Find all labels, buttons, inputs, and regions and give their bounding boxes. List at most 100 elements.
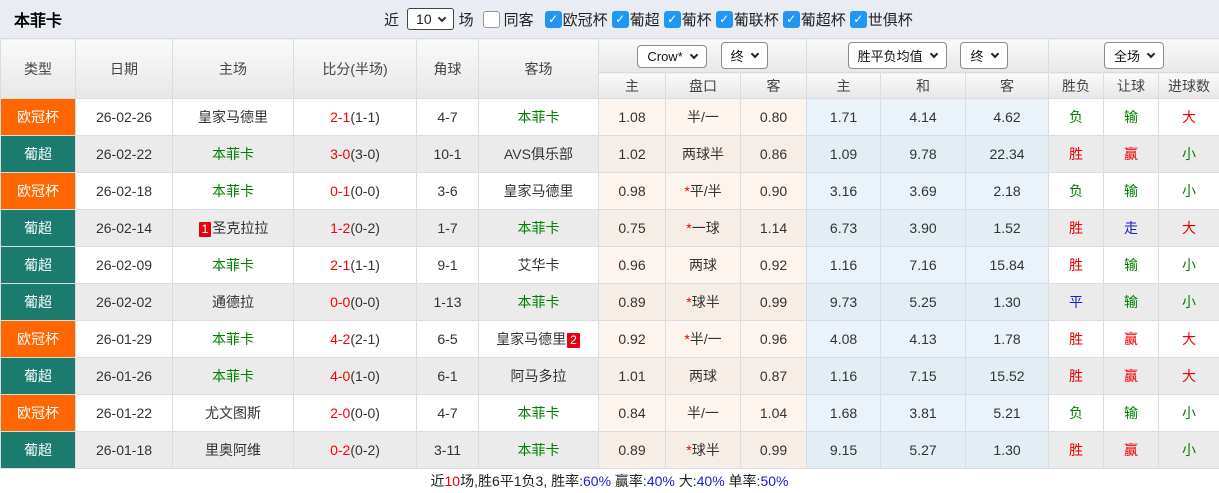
league-checkbox-3[interactable]: ✓ [716,11,733,28]
goals-result-cell: 小 [1159,432,1219,469]
score-cell: 0-0(0-0) [294,284,417,321]
team-name: 皇家马德里 [198,109,268,125]
page-title: 本菲卡 [14,7,62,31]
league-checkbox-label: 欧冠杯 [563,9,608,30]
odds-line-cell: 两球半 [666,136,741,173]
avg-away-cell: 15.52 [966,358,1049,395]
odds-home-cell: 0.84 [599,395,666,432]
summary-segment: 赢率: [611,471,647,491]
goals-result-cell: 小 [1159,395,1219,432]
goals-result-cell: 小 [1159,136,1219,173]
handicap-result-cell: 输 [1104,247,1159,284]
table-row: 葡超26-02-02通德拉0-0(0-0)1-13本菲卡0.89*球半0.999… [1,284,1219,321]
score-value: 1-2 [330,220,350,236]
home-team-cell: 里奥阿维 [173,432,294,469]
col-handicap: 让球 [1104,73,1159,99]
score-value: 2-0 [330,405,350,421]
team-name: 皇家马德里 [496,331,566,347]
goals-result-cell: 大 [1159,358,1219,395]
summary-segment: 50% [760,473,788,489]
odds-time-select[interactable]: 终 [721,42,768,69]
odds-home-cell: 0.96 [599,247,666,284]
corners-cell: 3-6 [417,173,479,210]
corners-cell: 4-7 [417,395,479,432]
team-name: 本菲卡 [212,183,254,199]
odds-away-cell: 0.92 [741,247,807,284]
scope-select[interactable]: 全场 [1104,42,1164,69]
score-cell: 4-2(2-1) [294,321,417,358]
line-changed-star: * [686,442,691,458]
summary-segment: 大: [675,471,697,491]
league-checkbox-label: 葡超杯 [801,9,846,30]
table-row: 葡超26-02-141圣克拉拉1-2(0-2)1-7本菲卡0.75*一球1.14… [1,210,1219,247]
chevron-down-icon [690,51,698,59]
home-team-cell: 1圣克拉拉 [173,210,294,247]
home-team-cell: 本菲卡 [173,321,294,358]
half-score-value: (1-1) [350,257,380,273]
score-value: 0-2 [330,442,350,458]
league-checkbox-1[interactable]: ✓ [612,11,629,28]
result-cell: 平 [1049,284,1104,321]
table-row: 欧冠杯26-02-18本菲卡0-1(0-0)3-6皇家马德里0.98*平/半0.… [1,173,1219,210]
away-team-cell: 阿马多拉 [479,358,599,395]
summary-segment: 单率: [725,471,761,491]
home-team-cell: 本菲卡 [173,136,294,173]
league-checkbox-2[interactable]: ✓ [664,11,681,28]
col-away: 客场 [479,39,599,99]
table-row: 葡超26-02-22本菲卡3-0(3-0)10-1AVS俱乐部1.02两球半0.… [1,136,1219,173]
league-checkbox-5[interactable]: ✓ [850,11,867,28]
avg-time-select[interactable]: 终 [960,42,1007,69]
recent-count-select[interactable]: 10 [407,8,454,30]
odds-home-cell: 1.02 [599,136,666,173]
team-name: 通德拉 [212,294,254,310]
line-changed-star: * [684,183,689,199]
score-value: 3-0 [330,146,350,162]
league-type-cell: 葡超 [1,432,76,469]
line-changed-star: * [686,220,691,236]
goals-result-cell: 大 [1159,99,1219,136]
table-row: 欧冠杯26-01-29本菲卡4-2(2-1)6-5皇家马德里20.92*半/一0… [1,321,1219,358]
odds-time-select-value: 终 [731,46,744,65]
league-type-cell: 葡超 [1,284,76,321]
league-checkbox-4[interactable]: ✓ [783,11,800,28]
col-score: 比分(半场) [294,39,417,99]
col-avg-away: 客 [966,73,1049,99]
avg-draw-cell: 7.16 [881,247,966,284]
avg-draw-cell: 4.13 [881,321,966,358]
team-name: 艾华卡 [518,257,560,273]
team-name: 本菲卡 [518,405,560,421]
half-score-value: (0-2) [350,220,380,236]
table-row: 葡超26-01-26本菲卡4-0(1-0)6-1阿马多拉1.01两球0.871.… [1,358,1219,395]
avg-away-cell: 15.84 [966,247,1049,284]
home-team-cell: 皇家马德里 [173,99,294,136]
team-name: 尤文图斯 [205,405,261,421]
bookmaker-select[interactable]: Crow* [637,45,706,68]
team-name: 里奥阿维 [205,442,261,458]
league-type-cell: 欧冠杯 [1,173,76,210]
team-name: 本菲卡 [518,294,560,310]
score-cell: 0-2(0-2) [294,432,417,469]
odds-away-cell: 0.99 [741,284,807,321]
avg-draw-cell: 3.69 [881,173,966,210]
date-cell: 26-01-26 [76,358,173,395]
scope-select-value: 全场 [1114,46,1140,65]
scope-header-cell: 全场 [1049,39,1219,73]
same-venue-checkbox[interactable] [483,11,500,28]
col-odds-line: 盘口 [666,73,741,99]
avg-home-cell: 1.16 [807,247,881,284]
avg-home-cell: 9.73 [807,284,881,321]
date-cell: 26-01-29 [76,321,173,358]
odds-header-cell: Crow* 终 [599,39,807,73]
handicap-result-cell: 走 [1104,210,1159,247]
avg-metric-select[interactable]: 胜平负均值 [848,42,947,69]
chevron-down-icon [990,50,998,58]
col-avg-draw: 和 [881,73,966,99]
league-checkbox-0[interactable]: ✓ [545,11,562,28]
avg-home-cell: 1.71 [807,99,881,136]
matches-label: 场 [459,9,474,30]
score-cell: 1-2(0-2) [294,210,417,247]
handicap-result-cell: 输 [1104,284,1159,321]
half-score-value: (1-0) [350,368,380,384]
odds-home-cell: 1.08 [599,99,666,136]
matches-table: 类型 日期 主场 比分(半场) 角球 客场 Crow* 终 胜平负均值 终 全场… [0,38,1219,469]
